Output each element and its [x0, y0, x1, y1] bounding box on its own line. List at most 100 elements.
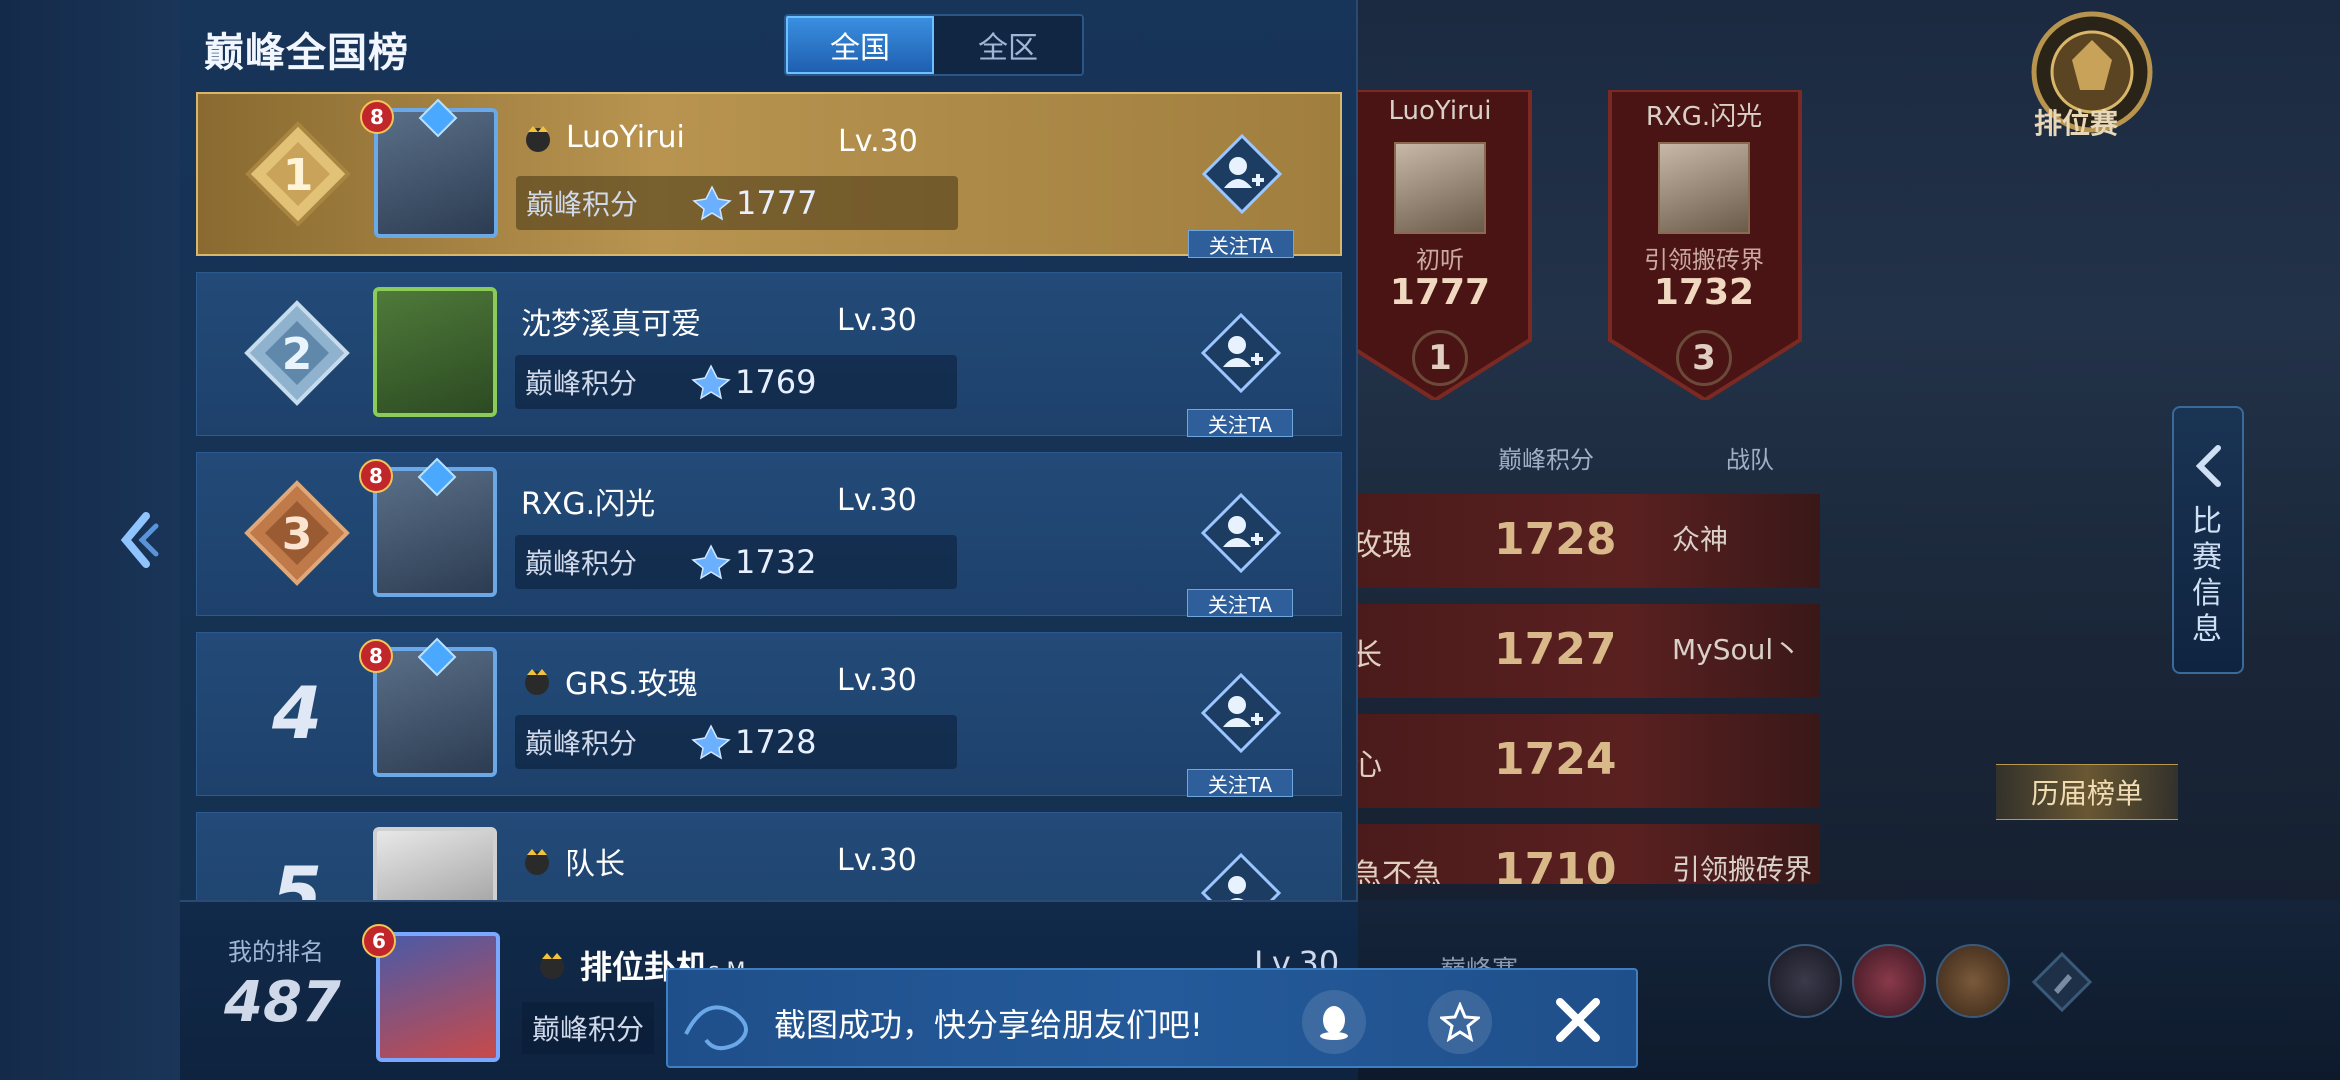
table-cell-team: 众神	[1672, 523, 1729, 556]
score-label: 巅峰积分	[525, 547, 638, 580]
player-name: RXG.闪光	[521, 487, 656, 522]
scope-tabs: 全国 全区	[784, 14, 1084, 76]
gem-icon	[417, 637, 457, 677]
rank-silver-badge-icon: 2	[244, 300, 350, 406]
follow-button[interactable]: 关注TA	[1187, 769, 1293, 797]
rank-number: 4	[271, 671, 323, 755]
score-box: 巅峰积分 1769	[515, 355, 957, 409]
score-box: 巅峰积分 1728	[515, 715, 957, 769]
crown-icon	[526, 125, 550, 152]
leaderboard-row[interactable]: 3 8 RXG.闪光 Lv.30 巅峰积分 1732 关注TA	[196, 452, 1342, 617]
podium-third-score: 1732	[1653, 272, 1755, 313]
player-level: Lv.30	[837, 303, 917, 338]
leaderboard-row[interactable]: 1 8 LuoYirui Lv.30 巅峰积分 1777 关注TA	[196, 92, 1342, 258]
qzone-star-icon	[1440, 1002, 1480, 1042]
follow-icon[interactable]	[1201, 673, 1281, 753]
avatar-frame	[373, 287, 497, 417]
tab-national[interactable]: 全国	[786, 16, 934, 74]
player-name: LuoYirui	[566, 120, 685, 155]
podium-first-avatar	[1394, 142, 1486, 234]
history-rankings-button[interactable]: 历届榜单	[1996, 764, 2178, 820]
table-cell-score: 1710	[1494, 844, 1617, 884]
match-info-tab[interactable]: 比赛信息	[2172, 406, 2244, 674]
avatar[interactable]: 8	[360, 98, 504, 244]
my-rank-number: 487	[224, 970, 341, 1035]
leaderboard-panel: 巅峰全国榜 全国 全区 1 8 LuoYirui Lv.30 巅峰积分 1777…	[180, 0, 1358, 1080]
follow-button[interactable]: 关注TA	[1187, 409, 1293, 437]
my-avatar[interactable]: 6	[362, 924, 506, 1068]
share-qzone-button[interactable]	[1428, 990, 1492, 1054]
follow-icon[interactable]	[1201, 313, 1281, 393]
close-icon[interactable]	[1548, 990, 1608, 1050]
peak-star-icon	[691, 364, 731, 400]
table-row[interactable]: 急不急 1710 引领搬砖界	[1340, 824, 1820, 884]
score-value: 1777	[736, 184, 818, 222]
follow-icon[interactable]	[1201, 853, 1281, 900]
rank-bronze-badge-icon: 3	[244, 480, 350, 586]
gem-icon	[417, 457, 457, 497]
follow-icon[interactable]	[1202, 134, 1282, 214]
rank-number: 2	[282, 329, 313, 380]
leaderboard-row[interactable]: 2 沈梦溪真可爱 Lv.30 巅峰积分 1769 关注TA	[196, 272, 1342, 437]
avatar[interactable]	[373, 287, 503, 423]
podium-third-avatar	[1658, 142, 1750, 234]
player-name: GRS.玫瑰	[565, 667, 698, 702]
level-badge: 8	[359, 459, 393, 493]
avatar[interactable]	[373, 827, 503, 900]
podium-first-score: 1777	[1389, 272, 1491, 313]
toast-message: 截图成功，快分享给朋友们吧!	[774, 1006, 1203, 1044]
crown-icon	[525, 669, 549, 695]
edit-icon[interactable]	[2030, 950, 2094, 1014]
peak-star-icon	[692, 185, 732, 221]
crown-icon	[525, 849, 549, 875]
score-label: 巅峰积分	[526, 188, 639, 221]
rank-number: 3	[282, 509, 313, 560]
follow-button[interactable]: 关注TA	[1188, 230, 1294, 258]
hero-avatar-icon[interactable]	[1768, 944, 1842, 1018]
rank-mode-label: 排位赛	[2034, 107, 2119, 140]
crown-icon	[540, 953, 564, 979]
table-row[interactable]: 心 1724	[1340, 714, 1820, 808]
table-row[interactable]: 长 1727 MySoul丶	[1340, 604, 1820, 698]
avatar[interactable]: 8	[359, 637, 503, 783]
peak-star-icon	[691, 544, 731, 580]
match-info-label: 比赛信息	[2192, 504, 2222, 647]
leaderboard-row[interactable]: 5 队长 Lv.30	[196, 812, 1342, 900]
player-level: Lv.30	[837, 483, 917, 518]
share-qq-button[interactable]	[1302, 990, 1366, 1054]
rank-number: 5	[271, 851, 323, 900]
table-cell-score: 1727	[1494, 624, 1617, 675]
podium-first-rank: 1	[1412, 330, 1468, 386]
podium-third-rank: 3	[1676, 330, 1732, 386]
avatar[interactable]: 8	[359, 457, 503, 603]
player-level: Lv.30	[837, 663, 917, 698]
collapse-arrow-icon[interactable]	[116, 510, 160, 570]
follow-button[interactable]: 关注TA	[1187, 589, 1293, 617]
hero-avatar-icon[interactable]	[1852, 944, 1926, 1018]
avatar-frame	[373, 827, 497, 900]
avatar-frame	[376, 932, 500, 1062]
qq-icon	[1320, 1006, 1348, 1040]
table-cell-name: 玫瑰	[1352, 528, 1412, 563]
table-header-score: 巅峰积分	[1498, 446, 1594, 474]
table-cell-score: 1728	[1494, 514, 1617, 565]
tab-region[interactable]: 全区	[934, 16, 1082, 74]
follow-icon[interactable]	[1201, 493, 1281, 573]
score-label: 巅峰积分	[525, 367, 638, 400]
podium-third: RXG.闪光 引领搬砖界 1732 3	[1604, 90, 1804, 400]
table-cell-team: 引领搬砖界	[1672, 853, 1813, 884]
table-cell-name: 急不急	[1352, 858, 1442, 884]
table-row[interactable]: 玫瑰 1728 众神	[1340, 494, 1820, 588]
my-score-label: 巅峰积分	[522, 1002, 655, 1054]
table-cell-score: 1724	[1494, 734, 1617, 785]
table-cell-team: MySoul丶	[1672, 633, 1802, 666]
gem-icon	[418, 98, 458, 138]
podium-third-name: RXG.闪光	[1645, 102, 1763, 132]
level-badge: 8	[360, 100, 394, 134]
player-level: Lv.30	[838, 124, 918, 159]
player-name: 队长	[565, 847, 625, 882]
leaderboard-list: 1 8 LuoYirui Lv.30 巅峰积分 1777 关注TA 2 沈梦溪真…	[196, 92, 1342, 900]
podium-third-sub: 引领搬砖界	[1644, 246, 1764, 274]
hero-avatar-icon[interactable]	[1936, 944, 2010, 1018]
leaderboard-row[interactable]: 4 8 GRS.玫瑰 Lv.30 巅峰积分 1728 关注TA	[196, 632, 1342, 797]
